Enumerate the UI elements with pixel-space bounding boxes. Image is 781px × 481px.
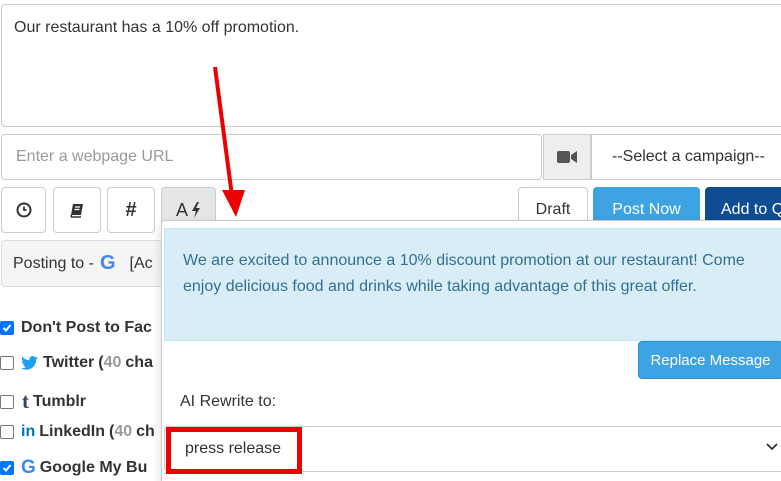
twitter-icon bbox=[21, 356, 38, 370]
char-count-suffix: cha bbox=[125, 354, 153, 371]
network-row-linkedin[interactable]: in LinkedIn ( 40 ch bbox=[0, 423, 155, 441]
clock-icon bbox=[16, 202, 31, 218]
chevron-down-icon bbox=[766, 438, 778, 456]
url-input-placeholder: Enter a webpage URL bbox=[16, 148, 174, 165]
book-icon bbox=[70, 204, 83, 218]
checkbox-icon[interactable] bbox=[0, 425, 14, 439]
network-row-tumblr[interactable]: t Tumblr bbox=[0, 389, 86, 414]
ai-suggestion-box: We are excited to announce a 10% discoun… bbox=[164, 228, 781, 341]
network-label: Twitter bbox=[43, 354, 95, 371]
network-row-dont-post-facebook[interactable]: Don't Post to Fac bbox=[0, 319, 152, 337]
checkbox-checked-icon[interactable] bbox=[0, 461, 14, 475]
message-textarea[interactable]: Our restaurant has a 10% off promotion. bbox=[1, 4, 781, 127]
url-input[interactable]: Enter a webpage URL bbox=[1, 134, 542, 180]
lightning-icon bbox=[192, 202, 200, 218]
network-label: Google My Bu bbox=[39, 459, 148, 476]
checkbox-icon[interactable] bbox=[0, 356, 14, 370]
network-label: LinkedIn bbox=[39, 423, 105, 440]
schedule-button[interactable] bbox=[1, 187, 46, 233]
content-library-button[interactable] bbox=[53, 187, 101, 233]
hashtag-icon: # bbox=[125, 198, 137, 221]
char-count: 40 bbox=[103, 354, 122, 371]
video-button[interactable] bbox=[543, 134, 591, 180]
campaign-select-value: --Select a campaign-- bbox=[612, 148, 765, 165]
network-label: Don't Post to Fac bbox=[21, 319, 152, 336]
checkbox-checked-icon[interactable] bbox=[0, 321, 14, 335]
checkbox-icon[interactable] bbox=[0, 394, 14, 409]
posting-to-account[interactable]: [Ac bbox=[130, 255, 153, 273]
google-icon: G bbox=[21, 457, 36, 478]
hashtag-button[interactable]: # bbox=[107, 187, 155, 233]
replace-message-button[interactable]: Replace Message bbox=[638, 341, 781, 379]
linkedin-icon: in bbox=[21, 423, 36, 440]
network-label: Tumblr bbox=[33, 392, 87, 410]
message-text: Our restaurant has a 10% off promotion. bbox=[14, 19, 300, 36]
campaign-select[interactable]: --Select a campaign-- bbox=[591, 134, 781, 180]
posting-to-prefix: Posting to - bbox=[13, 254, 94, 272]
network-row-google-my-business[interactable]: G Google My Bu bbox=[0, 457, 147, 479]
ai-rewrite-label: A bbox=[175, 199, 188, 220]
annotation-highlight-box bbox=[166, 427, 302, 474]
tumblr-icon: t bbox=[22, 389, 29, 413]
ai-suggestion-text: We are excited to announce a 10% discoun… bbox=[183, 252, 745, 295]
video-camera-icon bbox=[557, 151, 577, 163]
network-row-twitter[interactable]: Twitter ( 40 cha bbox=[0, 354, 153, 372]
ai-rewrite-label-text: AI Rewrite to: bbox=[180, 393, 277, 410]
char-count-suffix: ch bbox=[136, 423, 155, 440]
google-icon: G bbox=[99, 252, 116, 274]
char-count: 40 bbox=[114, 423, 133, 440]
